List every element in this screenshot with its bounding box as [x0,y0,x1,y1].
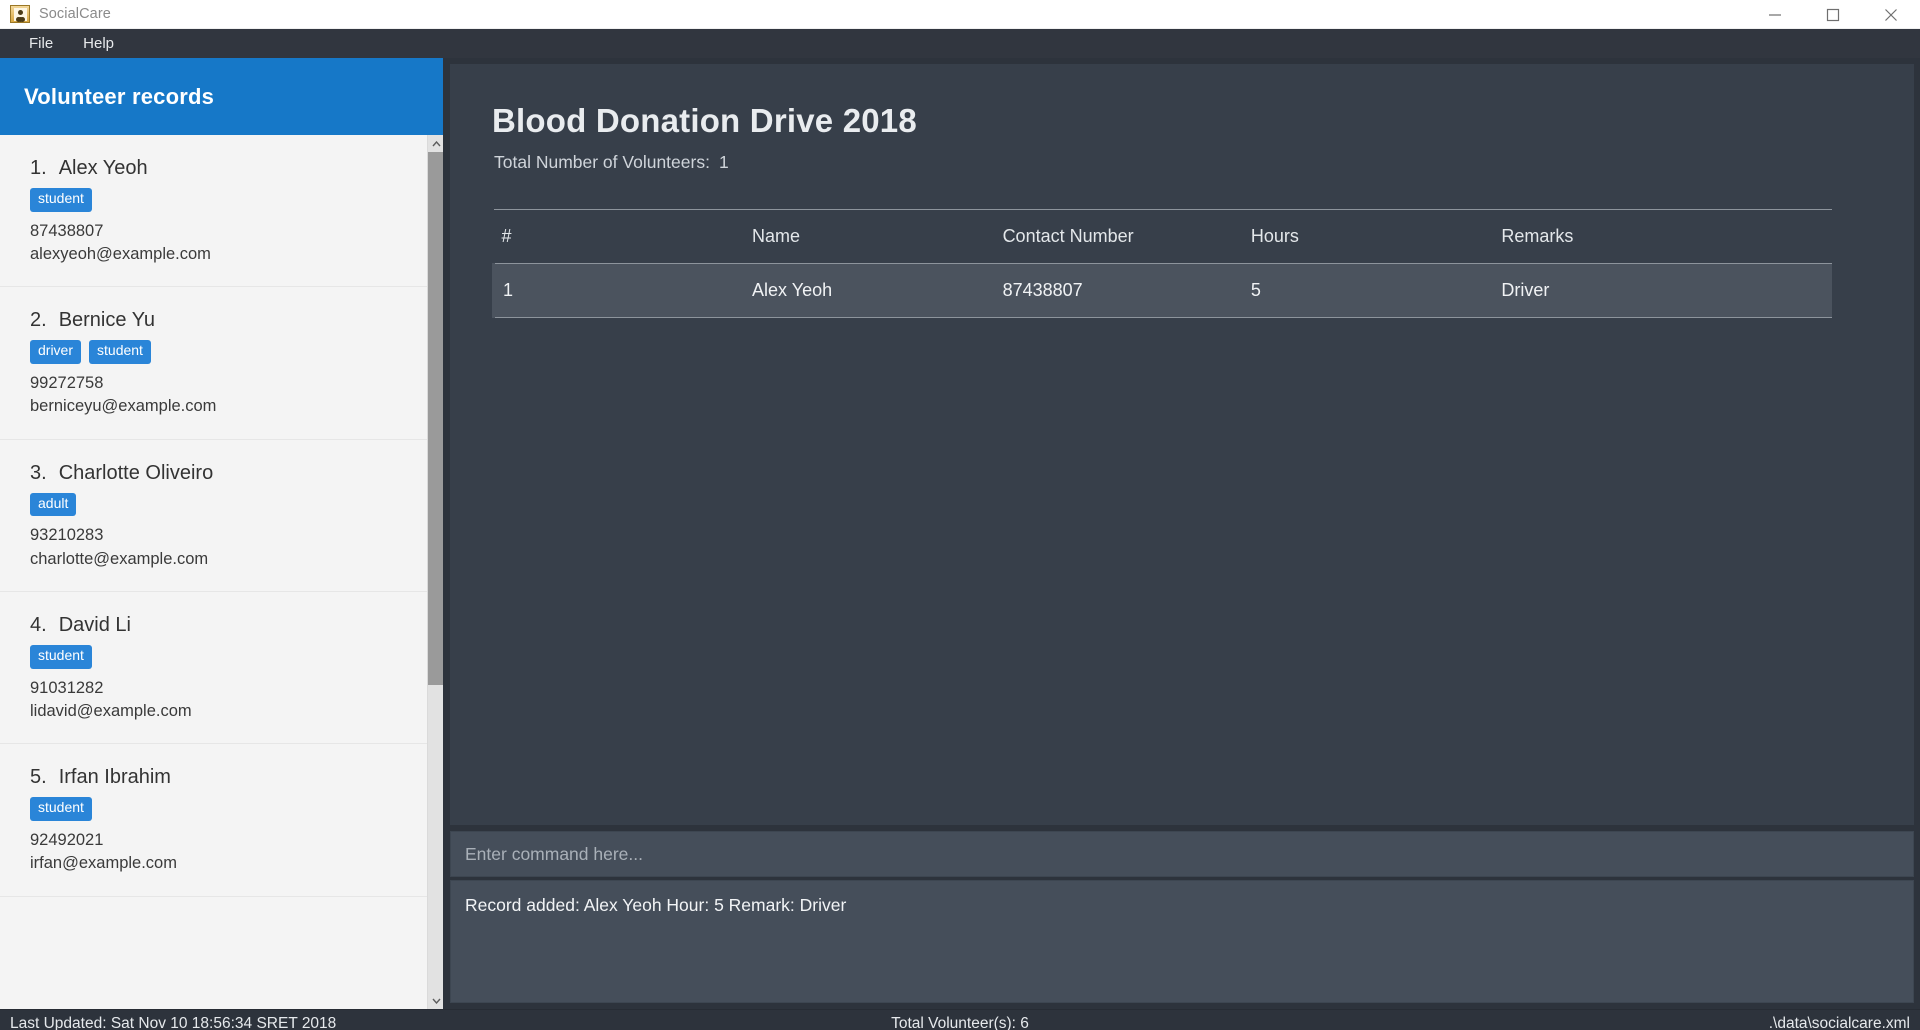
close-icon [1884,8,1898,22]
list-item-phone: 87438807 [30,221,104,240]
list-item-tags: student [30,645,427,669]
list-item-name-row: 3. Charlotte Oliveiro [30,462,427,485]
list-item-email: berniceyu@example.com [30,397,217,416]
list-item-index: 1. [30,157,47,179]
volunteer-table: # Name Contact Number Hours Remarks 1 Ale… [492,209,1832,318]
command-result-panel: Record added: Alex Yeoh Hour: 5 Remark: … [450,880,1914,1003]
command-result-text: Record added: Alex Yeoh Hour: 5 Remark: … [465,895,847,915]
tag-badge: student [89,340,151,364]
window-title: SocialCare [39,6,111,22]
table-row[interactable]: 1 Alex Yeoh 87438807 5 Driver [492,263,1832,318]
sidebar-scrollbar[interactable] [427,135,443,1009]
list-item-index: 3. [30,461,47,484]
tag-badge: student [30,188,92,212]
menu-bar: File Help [0,29,1920,58]
page-title: Blood Donation Drive 2018 [492,102,917,139]
table-body: 1 Alex Yeoh 87438807 5 Driver [492,263,1832,318]
tag-badge: student [30,797,92,821]
close-button[interactable] [1862,0,1920,29]
list-item-name: Irfan Ibrahim [58,766,171,789]
list-item-index: 5. [30,766,47,789]
column-header-remarks: Remarks [1493,209,1832,264]
menu-item-file[interactable]: File [16,32,66,55]
sidebar-scrollbar-thumb[interactable] [428,152,443,685]
window-titlebar: SocialCare [0,0,1920,29]
maximize-button[interactable] [1804,0,1862,29]
list-item-phone: 92492021 [30,830,104,849]
total-volunteers-line: Total Number of Volunteers: 1 [494,152,1872,173]
list-item-name: Alex Yeoh [58,157,148,179]
list-item-index: 2. [30,309,47,332]
list-item-email: irfan@example.com [30,854,177,873]
list-item-phone: 93210283 [30,526,104,545]
list-item[interactable]: 4. David Li student 91031282 lidavid@example… [0,592,427,745]
cell-remarks: Driver [1493,263,1832,318]
status-last-updated: Last Updated: Sat Nov 10 18:56:34 SRET 2… [10,1015,337,1030]
list-item-name-row: 1. Alex Yeoh [30,157,427,180]
list-item-tags: student [30,797,427,821]
scroll-down-icon[interactable] [428,992,443,1009]
list-item-name-row: 2. Bernice Yu [30,309,427,332]
list-item-email: charlotte@example.com [30,549,209,568]
status-bar: Last Updated: Sat Nov 10 18:56:34 SRET 2… [0,1009,1920,1030]
tag-badge: adult [30,492,77,517]
main-panel: Blood Donation Drive 2018 Total Number o… [444,58,1920,1009]
tag-badge: driver [30,340,82,364]
list-item-tags: adult [30,492,427,517]
app-body: Volunteer records 1. Alex Yeoh student 8743… [0,58,1920,1009]
table-header-row: # Name Contact Number Hours Remarks [493,209,1832,264]
command-input[interactable]: Enter command here... [450,831,1914,877]
list-item-phone: 91031282 [30,678,104,697]
minimize-icon [1767,10,1783,20]
sidebar-volunteer-records: Volunteer records 1. Alex Yeoh student 8743… [0,58,444,1009]
column-header-number: # [493,209,745,264]
list-item-name-row: 4. David Li [30,614,427,637]
window-controls [1746,0,1920,29]
list-item-tags: driver student [30,340,427,364]
list-item[interactable]: 5. Irfan Ibrahim student 92492021 irfan@exam… [0,744,427,897]
cell-contact: 87438807 [994,263,1243,318]
list-item-name: Charlotte Oliveiro [58,461,214,484]
status-total-volunteers: Total Volunteer(s): 6 [891,1015,1029,1030]
sidebar-list-wrapper: 1. Alex Yeoh student 87438807 alexyeoh@examp… [0,135,443,1009]
list-item-tags: student [30,188,427,212]
scroll-up-icon[interactable] [428,135,443,152]
list-item[interactable]: 1. Alex Yeoh student 87438807 alexyeoh@examp… [0,135,427,288]
list-item-name: David Li [58,614,131,637]
cell-hours: 5 [1242,263,1494,318]
app-icon [10,5,30,23]
sidebar-header-title: Volunteer records [24,83,215,109]
list-item-email: alexyeoh@example.com [30,244,211,263]
cell-name: Alex Yeoh [744,263,995,318]
drive-browser-panel: Blood Donation Drive 2018 Total Number o… [450,64,1914,825]
list-item[interactable]: 2. Bernice Yu driver student 99272758 bernice… [0,287,427,440]
list-item-name-row: 5. Irfan Ibrahim [30,766,427,789]
sidebar-header: Volunteer records [0,58,443,135]
list-item-phone: 99272758 [30,373,104,392]
command-input-placeholder: Enter command here... [465,843,643,864]
minimize-button[interactable] [1746,0,1804,29]
command-area: Enter command here... Record added: Alex… [444,825,1920,1009]
column-header-contact: Contact Number [994,209,1243,264]
maximize-icon [1826,8,1840,22]
column-header-name: Name [744,209,995,264]
menu-item-help[interactable]: Help [70,32,127,55]
list-item-name: Bernice Yu [58,309,156,332]
list-item-index: 4. [30,614,47,637]
total-volunteers-label: Total Number of Volunteers: [494,152,710,172]
total-volunteers-value: 1 [718,152,729,172]
cell-number: 1 [492,263,745,318]
list-item-email: lidavid@example.com [30,701,192,720]
tag-badge: student [30,645,92,669]
list-item[interactable]: 3. Charlotte Oliveiro adult 93210283 charlot… [0,439,427,593]
column-header-hours: Hours [1242,209,1494,264]
status-file-path: .\data\socialcare.xml [1768,1015,1910,1030]
volunteer-list[interactable]: 1. Alex Yeoh student 87438807 alexyeoh@examp… [0,135,427,1009]
